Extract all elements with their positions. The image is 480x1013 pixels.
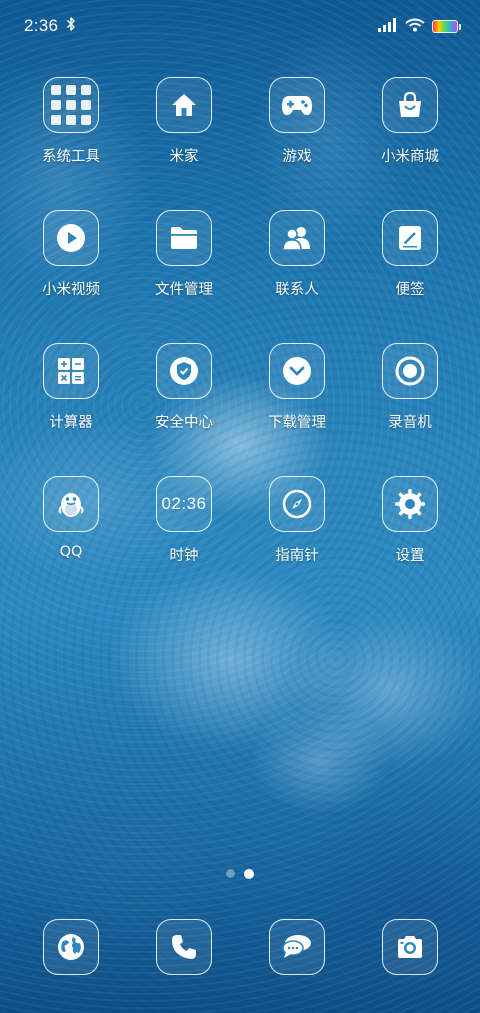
- page-dot[interactable]: [226, 869, 235, 878]
- camera-icon[interactable]: [382, 919, 438, 975]
- app-file-manager[interactable]: 文件管理: [134, 210, 234, 310]
- gamepad-icon: [269, 77, 325, 133]
- app-recorder[interactable]: 录音机: [360, 343, 460, 443]
- app-mijia[interactable]: 米家: [134, 77, 234, 177]
- app-label: 设置: [395, 548, 425, 564]
- app-label: 小米商城: [381, 149, 439, 165]
- app-label: 系统工具: [42, 149, 100, 165]
- app-label: 游戏: [282, 149, 312, 165]
- app-label: 下载管理: [268, 415, 326, 431]
- gear-icon: [382, 476, 438, 532]
- phone-icon[interactable]: [156, 919, 212, 975]
- app-label: 指南针: [275, 548, 319, 564]
- app-label: 联系人: [275, 282, 319, 298]
- clock-display: 02:36: [161, 494, 207, 513]
- app-system-tools[interactable]: 系统工具: [21, 77, 121, 177]
- folder-icon: [156, 210, 212, 266]
- app-label: 小米视频: [42, 282, 100, 298]
- app-settings[interactable]: 设置: [360, 476, 460, 576]
- app-games[interactable]: 游戏: [247, 77, 347, 177]
- shopping-bag-icon: [382, 77, 438, 133]
- app-label: 计算器: [49, 415, 93, 431]
- folder-grid-icon: [43, 77, 99, 133]
- app-contacts[interactable]: 联系人: [247, 210, 347, 310]
- contacts-icon: [269, 210, 325, 266]
- app-label: 米家: [169, 149, 199, 165]
- page-dot-active[interactable]: [244, 868, 254, 879]
- app-downloads[interactable]: 下载管理: [247, 343, 347, 443]
- app-mi-store[interactable]: 小米商城: [360, 77, 460, 177]
- clock-icon: 02:36: [156, 476, 212, 532]
- page-indicator[interactable]: [0, 868, 480, 879]
- compass-icon: [269, 476, 325, 532]
- dock: [0, 919, 480, 977]
- app-qq[interactable]: QQ: [21, 476, 121, 576]
- app-label: 时钟: [169, 548, 199, 564]
- notes-icon: [382, 210, 438, 266]
- app-label: QQ: [59, 544, 83, 560]
- app-compass[interactable]: 指南针: [247, 476, 347, 576]
- app-label: 便签: [395, 282, 425, 298]
- record-icon: [382, 343, 438, 399]
- play-icon: [43, 210, 99, 266]
- calculator-icon: [43, 343, 99, 399]
- home-icon: [156, 77, 212, 133]
- app-security-center[interactable]: 安全中心: [134, 343, 234, 443]
- app-label: 文件管理: [155, 282, 213, 298]
- browser-globe-icon[interactable]: [43, 919, 99, 975]
- penguin-icon: [43, 476, 99, 532]
- shield-icon: [156, 343, 212, 399]
- app-calculator[interactable]: 计算器: [21, 343, 121, 443]
- download-icon: [269, 343, 325, 399]
- app-notes[interactable]: 便签: [360, 210, 460, 310]
- app-mi-video[interactable]: 小米视频: [21, 210, 121, 310]
- app-clock[interactable]: 02:36 时钟: [134, 476, 234, 576]
- app-label: 录音机: [388, 415, 432, 431]
- app-grid: 系统工具 米家 游戏 小米商城 小米视频 文件管理 联系人 便签 计算器 安全中…: [0, 0, 480, 600]
- app-label: 安全中心: [155, 415, 213, 431]
- messages-icon[interactable]: [269, 919, 325, 975]
